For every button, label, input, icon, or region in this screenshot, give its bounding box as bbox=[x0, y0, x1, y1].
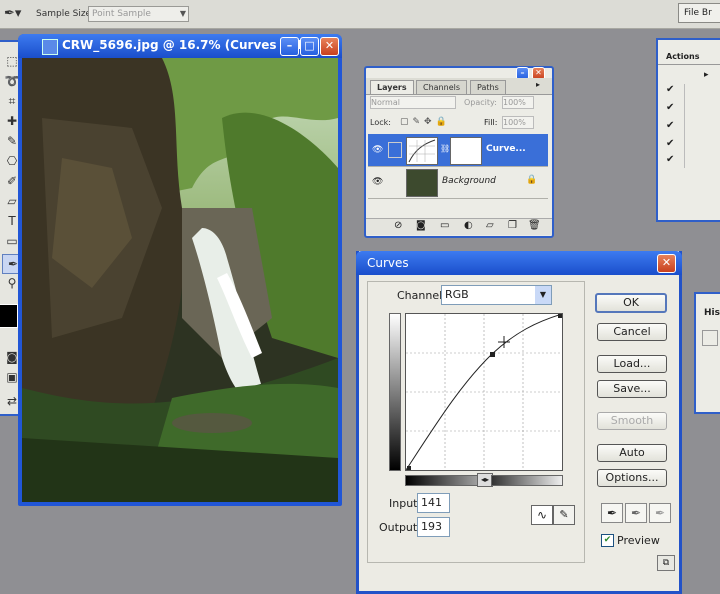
waterfall-photo bbox=[22, 58, 338, 502]
cancel-button[interactable]: Cancel bbox=[597, 323, 667, 341]
mask-icon[interactable]: ▭ bbox=[440, 220, 449, 231]
pencil-tool-icon[interactable]: ✎ bbox=[553, 505, 575, 525]
input-gradient-bar-right bbox=[491, 475, 563, 486]
input-field[interactable]: 141 bbox=[417, 493, 450, 513]
curve-graph[interactable] bbox=[405, 313, 563, 471]
background-thumbnail bbox=[406, 169, 438, 197]
curves-close-button[interactable]: ✕ bbox=[657, 254, 676, 273]
eye-icon[interactable]: 👁 bbox=[372, 145, 383, 155]
layers-bottom-bar: ⊘ ◙ ▭ ◐ ▱ ❐ 🗑 bbox=[366, 218, 552, 235]
history-palette: His bbox=[694, 292, 720, 414]
divider bbox=[658, 64, 720, 65]
palette-menu-arrow-icon[interactable]: ▸ bbox=[536, 80, 540, 89]
blend-mode-select[interactable]: Normal bbox=[370, 96, 456, 109]
channel-select[interactable]: RGB ▼ bbox=[441, 285, 552, 305]
lock-icons[interactable]: ▢✎✥🔒 bbox=[400, 117, 451, 127]
auto-button[interactable]: Auto bbox=[597, 444, 667, 462]
snapshot-icon[interactable] bbox=[702, 330, 718, 346]
dialog-toggle-column[interactable] bbox=[684, 84, 695, 168]
ok-button[interactable]: OK bbox=[595, 293, 667, 313]
options-bar: ✒▾ Sample Size: Point Sample ▼ File Br bbox=[0, 0, 720, 29]
action-check-icon[interactable]: ✔ bbox=[666, 138, 674, 149]
tab-channels[interactable]: Channels bbox=[416, 80, 468, 94]
document-window: CRW_5696.jpg @ 16.7% (Curves 1, L... – □… bbox=[18, 34, 342, 506]
layer-name: Background bbox=[442, 176, 496, 186]
expand-dialog-icon[interactable]: ⧉ bbox=[657, 555, 675, 571]
preview-checkbox[interactable]: ✔ bbox=[601, 534, 614, 547]
load-button[interactable]: Load... bbox=[597, 355, 667, 373]
layer-mask-link-icon: ⛓ bbox=[440, 144, 451, 153]
link-icon[interactable]: ⊘ bbox=[394, 220, 402, 231]
curve-plot bbox=[405, 313, 563, 471]
channel-label: Channel: bbox=[397, 289, 446, 302]
curve-point-tool-icon[interactable]: ∿ bbox=[531, 505, 553, 525]
maximize-button[interactable]: □ bbox=[300, 37, 319, 56]
gray-point-eyedropper-icon[interactable]: ✒ bbox=[625, 503, 647, 523]
options-button[interactable]: Options... bbox=[597, 469, 667, 487]
output-field[interactable]: 193 bbox=[417, 517, 450, 537]
tab-paths[interactable]: Paths bbox=[470, 80, 506, 94]
photoshop-document-icon bbox=[42, 39, 58, 55]
add-style-icon[interactable]: ◙ bbox=[416, 220, 426, 231]
white-point-eyedropper-icon[interactable]: ✒ bbox=[649, 503, 671, 523]
save-button[interactable]: Save... bbox=[597, 380, 667, 398]
sample-size-label: Sample Size: bbox=[36, 9, 95, 19]
output-label: Output: bbox=[379, 521, 421, 534]
new-layer-icon[interactable]: ❐ bbox=[508, 220, 517, 231]
curves-title: Curves bbox=[367, 256, 409, 270]
action-check-icon[interactable]: ✔ bbox=[666, 102, 674, 113]
chevron-down-icon: ▼ bbox=[179, 9, 186, 18]
action-check-icon[interactable]: ✔ bbox=[666, 154, 674, 165]
opacity-field[interactable]: 100% bbox=[502, 96, 534, 109]
tab-actions[interactable]: Actions bbox=[666, 52, 699, 61]
close-button[interactable]: ✕ bbox=[320, 37, 339, 56]
file-browser-button[interactable]: File Br bbox=[678, 3, 720, 23]
layers-palette: – ✕ Layers Channels Paths ▸ Normal Opaci… bbox=[364, 66, 554, 238]
curves-icon bbox=[408, 139, 436, 163]
expand-triangle-icon[interactable]: ▸ bbox=[704, 70, 709, 80]
eye-icon[interactable]: 👁 bbox=[372, 177, 383, 187]
new-group-icon[interactable]: ▱ bbox=[486, 220, 494, 231]
smooth-button[interactable]: Smooth bbox=[597, 412, 667, 430]
curves-adjustment-thumbnail bbox=[406, 137, 438, 165]
black-point-eyedropper-icon[interactable]: ✒ bbox=[601, 503, 623, 523]
layer-link-icon[interactable] bbox=[388, 142, 402, 158]
image-canvas[interactable] bbox=[22, 58, 338, 502]
layer-name: Curve... bbox=[486, 144, 526, 154]
fill-label: Fill: bbox=[484, 118, 498, 127]
eyedropper-tool-icon[interactable]: ✒▾ bbox=[4, 6, 24, 22]
tab-layers[interactable]: Layers bbox=[370, 80, 414, 94]
chevron-down-icon[interactable]: ▼ bbox=[535, 286, 551, 304]
curves-dialog: Curves ✕ Channel: RGB ▼ ◂▸ Input: 141 Ou… bbox=[356, 251, 682, 594]
action-check-icon[interactable]: ✔ bbox=[666, 84, 674, 95]
sample-size-select[interactable]: Point Sample ▼ bbox=[88, 6, 189, 22]
fill-field[interactable]: 100% bbox=[502, 116, 534, 129]
layer-row-background[interactable]: 👁 Background 🔒 bbox=[368, 166, 548, 199]
action-check-icon[interactable]: ✔ bbox=[666, 120, 674, 131]
preview-label: Preview bbox=[617, 534, 660, 547]
lock-icon: 🔒 bbox=[526, 175, 538, 185]
foreground-color-swatch[interactable] bbox=[0, 304, 18, 328]
tab-history[interactable]: His bbox=[704, 308, 720, 318]
lock-label: Lock: bbox=[370, 118, 391, 127]
actions-palette: Actions ✔ ✔ ✔ ✔ ✔ ▸ bbox=[656, 38, 720, 222]
layer-mask-thumbnail bbox=[450, 137, 482, 165]
opacity-label: Opacity: bbox=[464, 98, 497, 107]
output-gradient-bar bbox=[389, 313, 401, 471]
minimize-button[interactable]: – bbox=[280, 37, 299, 56]
adjustment-layer-icon[interactable]: ◐ bbox=[464, 220, 473, 231]
layer-row-curves[interactable]: 👁 ⛓ Curve... bbox=[368, 134, 548, 167]
trash-icon[interactable]: 🗑 bbox=[528, 220, 541, 231]
